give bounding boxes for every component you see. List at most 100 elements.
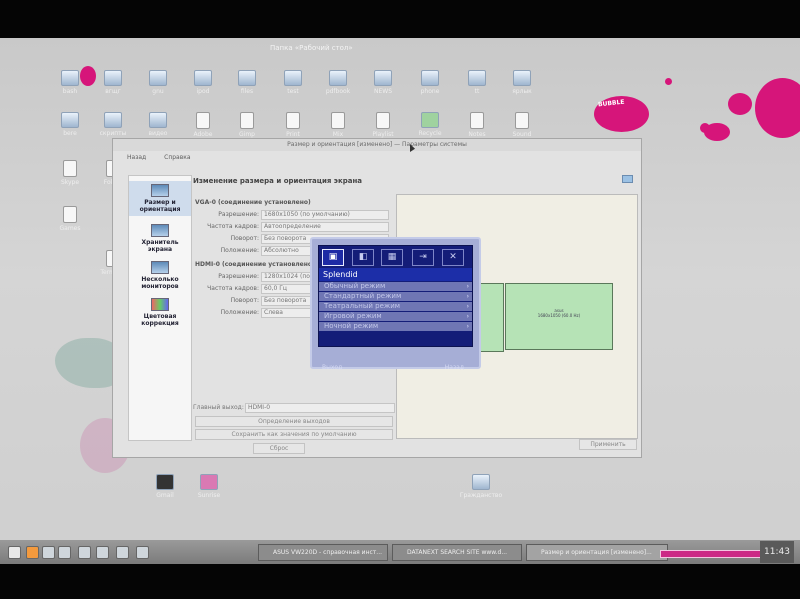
desktop-icon[interactable]: ipod: [178, 70, 228, 95]
desktop-icon[interactable]: phone: [405, 70, 455, 95]
hdmi-rotation-select[interactable]: Без поворота: [261, 296, 313, 306]
paint-splat: [755, 78, 800, 138]
firefox-icon[interactable]: [26, 546, 39, 559]
notification-bar: [660, 550, 762, 558]
desktop-pager-icon[interactable]: [96, 546, 109, 559]
desktop-icon[interactable]: Games: [45, 206, 95, 232]
desktop-icon[interactable]: скрипты: [88, 112, 138, 137]
chevron-right-icon: ›: [466, 313, 469, 320]
folder-icon: [194, 70, 212, 86]
hdmi-resolution-label: Разрешение:: [218, 273, 259, 280]
folder-icon: [104, 70, 122, 86]
osd-panel: ▣ ◧ ▦ ⇥ ✕ Splendid Обычный режим › Станда…: [318, 245, 473, 347]
sidebar-item-screensaver[interactable]: Хранитель экрана: [129, 224, 191, 253]
desktop-icon[interactable]: Gmail: [140, 474, 190, 499]
identify-outputs-button[interactable]: Определение выходов: [195, 416, 393, 427]
clock[interactable]: 11:43: [760, 541, 794, 563]
osd-menu-item[interactable]: Ночной режим ›: [319, 322, 472, 331]
desktop-pager-icon[interactable]: [78, 546, 91, 559]
desktop-icon[interactable]: ярлык: [497, 70, 547, 95]
vga-rotation-label: Поворот:: [230, 235, 259, 242]
sidebar-item-color-correction[interactable]: Цветовая коррекция: [129, 298, 191, 327]
music-icon: [376, 112, 390, 129]
files-icon[interactable]: [58, 546, 71, 559]
osd-menu-item[interactable]: Театральный режим ›: [319, 302, 472, 311]
osd-tab-bar: ▣ ◧ ▦ ⇥ ✕: [319, 246, 472, 268]
vga-position-label: Положение:: [220, 247, 259, 254]
hdmi-position-select[interactable]: Слева: [261, 308, 313, 318]
task-button[interactable]: DATANEXT SEARCH SITE www.d...: [392, 544, 522, 561]
vga-group-title[interactable]: VGA-0 (соединение установлено): [195, 199, 311, 206]
primary-output-select[interactable]: HDMI-0: [245, 403, 395, 413]
folder-icon: [513, 70, 531, 86]
osd-back-label[interactable]: Назад: [445, 364, 464, 371]
folder-icon: [472, 474, 490, 490]
color-icon: [151, 298, 169, 311]
desktop-icon[interactable]: tt: [452, 70, 502, 95]
reset-button[interactable]: Сброс: [253, 443, 305, 454]
menu-launcher-icon[interactable]: [8, 546, 21, 559]
terminal-icon[interactable]: [136, 546, 149, 559]
hdmi-group-title[interactable]: HDMI-0 (соединение установлено): [195, 261, 315, 268]
vga-resolution-label: Разрешение:: [218, 211, 259, 218]
osd-menu-item[interactable]: Обычный режим ›: [319, 282, 472, 291]
settings-icon[interactable]: [116, 546, 129, 559]
desktop-icon[interactable]: NEWS: [358, 70, 408, 95]
document-icon: [470, 112, 484, 129]
chevron-right-icon: ›: [466, 323, 469, 330]
desktop-icon[interactable]: Sunrise: [184, 474, 234, 499]
window-menu-icon[interactable]: [622, 175, 633, 183]
hdmi-position-label: Положение:: [220, 309, 259, 316]
desktop-icon[interactable]: Notes: [452, 112, 502, 138]
desktop-icon[interactable]: Гражданство: [456, 474, 506, 499]
apply-button[interactable]: Применить: [579, 439, 637, 450]
desktop-icon[interactable]: Gimp: [222, 112, 272, 138]
osd-menu-item[interactable]: Игровой режим ›: [319, 312, 472, 321]
desktop-icon[interactable]: test: [268, 70, 318, 95]
color-icon[interactable]: ▦: [381, 249, 403, 266]
setup-icon[interactable]: ✕: [442, 249, 464, 266]
save-defaults-button[interactable]: Сохранить как значения по умолчанию: [195, 429, 393, 440]
desktop-icon[interactable]: видео: [133, 112, 183, 137]
desktop-icon[interactable]: вгщг: [88, 70, 138, 95]
task-button[interactable]: ASUS VW220D - справочная инст...: [258, 544, 388, 561]
osd-exit-label[interactable]: Выход: [322, 364, 342, 371]
desktop-icon[interactable]: pdfbook: [313, 70, 363, 95]
paint-splat: [728, 93, 752, 115]
document-icon: [286, 112, 300, 129]
paint-splat: [704, 123, 730, 141]
chevron-right-icon: ›: [466, 293, 469, 300]
desktop-icon[interactable]: Playlist: [358, 112, 408, 138]
primary-output-label: Главный выход:: [193, 404, 244, 411]
splendid-icon[interactable]: ▣: [322, 249, 344, 266]
desktop-icon[interactable]: gnu: [133, 70, 183, 95]
desktop-icon[interactable]: Print: [268, 112, 318, 138]
image-icon: [200, 474, 218, 490]
vga-resolution-select[interactable]: 1680x1050 (по умолчанию): [261, 210, 389, 220]
desktop-icon[interactable]: Adobe: [178, 112, 228, 138]
hdmi-rate-select[interactable]: 60,0 Гц: [261, 284, 313, 294]
window-title[interactable]: Размер и ориентация [изменено] — Парамет…: [113, 139, 641, 151]
settings-sidebar: Размер и ориентация Хранитель экрана Нес…: [128, 175, 192, 441]
task-button[interactable]: Размер и ориентация [изменено]...: [526, 544, 668, 561]
chevron-right-icon: ›: [466, 303, 469, 310]
desktop-icon[interactable]: Recycle: [405, 112, 455, 137]
home-icon[interactable]: [42, 546, 55, 559]
sidebar-item-size-orientation[interactable]: Размер и ориентация: [129, 181, 191, 216]
hdmi-rate-label: Частота кадров:: [207, 285, 259, 292]
vga-rate-select[interactable]: Автоопределение: [261, 222, 389, 232]
desktop-icon[interactable]: Sound: [497, 112, 547, 138]
desktop-icon[interactable]: Mix: [313, 112, 363, 138]
folder-icon: [421, 70, 439, 86]
screensaver-icon: [151, 224, 169, 237]
image-icon[interactable]: ◧: [352, 249, 374, 266]
osd-menu-item[interactable]: Стандартный режим ›: [319, 292, 472, 301]
monitor-icon: [151, 184, 169, 197]
desktop-icon[interactable]: files: [222, 70, 272, 95]
back-button[interactable]: Назад: [127, 154, 146, 161]
sidebar-item-multiple-monitors[interactable]: Несколько мониторов: [129, 261, 191, 290]
input-icon[interactable]: ⇥: [412, 249, 434, 266]
help-button[interactable]: Справка: [164, 154, 190, 161]
preview-monitor-vga[interactable]: asus 1680x1050 (60.0 Hz): [505, 283, 613, 350]
hdmi-resolution-select[interactable]: 1280x1024 (по: [261, 272, 313, 282]
